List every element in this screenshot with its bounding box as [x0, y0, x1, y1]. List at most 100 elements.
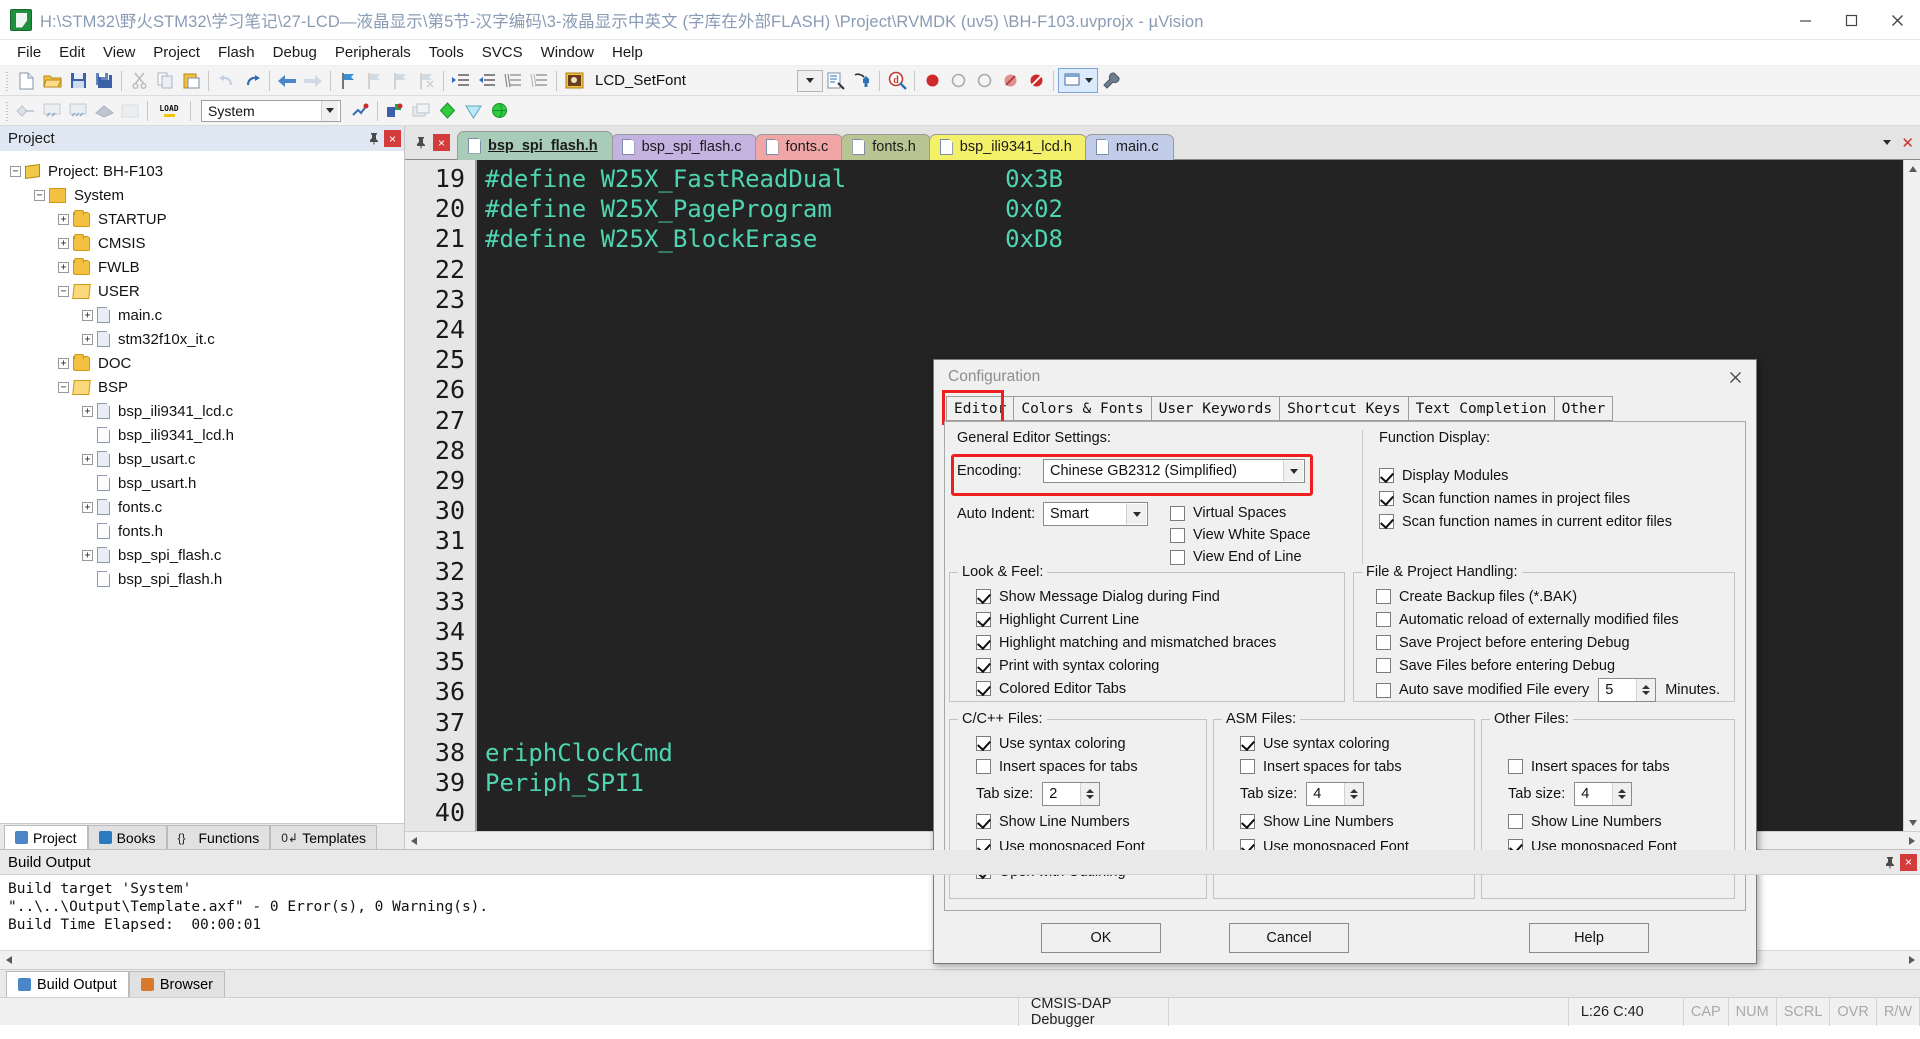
asm-insert-spaces-row[interactable]: Insert spaces for tabs [1240, 755, 1474, 778]
menu-peripherals[interactable]: Peripherals [326, 41, 420, 64]
find-in-files-icon[interactable] [823, 68, 849, 93]
expand-toggle-icon[interactable]: + [58, 357, 69, 369]
expand-toggle-icon[interactable]: + [82, 453, 93, 465]
pane-tab-project[interactable]: Project [4, 825, 88, 849]
asm-use-syntax-coloring-checkbox[interactable] [1240, 736, 1255, 751]
tree-item-user[interactable]: − USER [0, 279, 404, 303]
tree-item-bsp-usart-h[interactable]: bsp_usart.h [0, 471, 404, 495]
close-icon[interactable]: ✕ [1901, 134, 1914, 152]
project-tree[interactable]: − Project: BH-F103− System + STARTUP + CMSIS + F… [0, 151, 404, 823]
expand-toggle-icon[interactable]: + [82, 309, 93, 321]
function-book-icon[interactable] [561, 68, 587, 93]
auto-indent-select[interactable]: Smart [1043, 502, 1148, 526]
colored-editor-tabs-checkbox[interactable] [976, 681, 991, 696]
insert-breakpoint-icon[interactable] [919, 68, 945, 93]
tab-other[interactable]: Other [1553, 396, 1614, 421]
expand-toggle-icon[interactable]: + [58, 213, 69, 225]
editor-tab-fonts-h[interactable]: fonts.h [841, 133, 931, 160]
scroll-right-arrow[interactable] [1903, 832, 1920, 849]
collapse-toggle-icon[interactable]: − [58, 381, 69, 393]
function-combo-dropdown[interactable] [797, 69, 823, 92]
save-icon[interactable] [65, 68, 91, 93]
tab-editor[interactable]: Editor [946, 396, 1015, 421]
editor-tab-bsp-ili9341-lcd-h[interactable]: bsp_ili9341_lcd.h [928, 133, 1087, 160]
menu-flash[interactable]: Flash [209, 41, 264, 64]
load-icon[interactable]: LOAD [152, 98, 186, 123]
minimize-button[interactable] [1782, 0, 1828, 40]
c-tab-size-input[interactable]: 2 [1042, 781, 1101, 806]
asm-insert-spaces-checkbox[interactable] [1240, 759, 1255, 774]
other-tab-size-input[interactable]: 4 [1574, 781, 1633, 806]
auto-reload-checkbox[interactable] [1376, 612, 1391, 627]
scan-editor-files-checkbox[interactable] [1379, 514, 1394, 529]
tree-item-bsp[interactable]: − BSP [0, 375, 404, 399]
spinner-buttons[interactable] [1636, 679, 1656, 701]
scan-project-files-checkbox[interactable] [1379, 491, 1394, 506]
asm-show-line-numbers-row[interactable]: Show Line Numbers [1240, 809, 1474, 834]
indent-icon[interactable] [448, 68, 474, 93]
tree-item-bsp-spi-flash-h[interactable]: bsp_spi_flash.h [0, 567, 404, 591]
scroll-down-arrow[interactable] [1904, 814, 1920, 831]
manage-runtime-icon[interactable] [382, 98, 408, 123]
virtual-spaces-checkbox[interactable] [1170, 505, 1185, 521]
copy-icon[interactable] [152, 68, 178, 93]
tab-user-keywords[interactable]: User Keywords [1150, 396, 1281, 421]
tree-item-fonts-c[interactable]: + fonts.c [0, 495, 404, 519]
uncomment-icon[interactable] [526, 68, 552, 93]
bookmark-prev-icon[interactable] [361, 68, 387, 93]
cancel-button[interactable]: Cancel [1229, 923, 1349, 953]
create-backup-files-checkbox[interactable] [1376, 589, 1391, 604]
highlight-braces-row[interactable]: Highlight matching and mismatched braces [976, 631, 1344, 654]
c-insert-spaces-row[interactable]: Insert spaces for tabs [976, 755, 1206, 778]
paste-icon[interactable] [178, 68, 204, 93]
colored-editor-tabs-row[interactable]: Colored Editor Tabs [976, 677, 1344, 700]
asm-use-syntax-coloring-row[interactable]: Use syntax coloring [1240, 732, 1474, 755]
rebuild-icon[interactable] [65, 98, 91, 123]
translate-icon[interactable] [13, 98, 39, 123]
scan-editor-files-row[interactable]: Scan function names in current editor fi… [1379, 510, 1729, 533]
editor-tab-main-c[interactable]: main.c [1084, 133, 1174, 160]
menu-tools[interactable]: Tools [420, 41, 473, 64]
save-files-before-debug-checkbox[interactable] [1376, 658, 1391, 673]
expand-toggle-icon[interactable]: + [82, 549, 93, 561]
scan-project-files-row[interactable]: Scan function names in project files [1379, 487, 1729, 510]
redo-icon[interactable] [239, 68, 265, 93]
view-white-space-row[interactable]: View White Space [1170, 524, 1310, 546]
virtual-spaces-row[interactable]: Virtual Spaces [1170, 502, 1310, 524]
menu-window[interactable]: Window [532, 41, 603, 64]
toolbar-grip[interactable] [4, 69, 11, 92]
svcs-diamond-icon[interactable] [460, 98, 486, 123]
pane-tab-books[interactable]: Books [87, 825, 167, 849]
spinner-buttons[interactable] [1612, 782, 1632, 805]
customize-tools-icon[interactable] [1098, 68, 1124, 93]
close-icon[interactable]: × [384, 130, 401, 147]
c-use-syntax-coloring-row[interactable]: Use syntax coloring [976, 732, 1206, 755]
other-show-line-numbers-row[interactable]: Show Line Numbers [1508, 809, 1734, 834]
bookmark-next-icon[interactable] [387, 68, 413, 93]
debug-search-icon[interactable]: d [884, 68, 910, 93]
build-icon[interactable] [39, 98, 65, 123]
svcs-green-icon[interactable] [434, 98, 460, 123]
expand-toggle-icon[interactable]: + [82, 333, 93, 345]
expand-toggle-icon[interactable]: + [58, 237, 69, 249]
tree-item-bsp-spi-flash-c[interactable]: + bsp_spi_flash.c [0, 543, 404, 567]
display-modules-checkbox[interactable] [1379, 468, 1394, 483]
auto-save-row[interactable]: Auto save modified File every 5 Minutes. [1376, 677, 1734, 703]
tree-item-cmsis[interactable]: + CMSIS [0, 231, 404, 255]
outdent-icon[interactable] [474, 68, 500, 93]
chevron-down-icon[interactable] [321, 100, 338, 121]
pane-tab-functions[interactable]: {} Functions [166, 825, 271, 849]
collapse-toggle-icon[interactable]: − [58, 285, 69, 297]
tree-item-fonts-h[interactable]: fonts.h [0, 519, 404, 543]
view-white-space-checkbox[interactable] [1170, 527, 1185, 543]
editor-tab-bsp-spi-flash-h[interactable]: bsp_spi_flash.h [457, 130, 613, 160]
forward-icon[interactable] [300, 68, 326, 93]
tree-item-project-bh-f103[interactable]: − Project: BH-F103 [0, 159, 404, 183]
scroll-up-arrow[interactable] [1904, 160, 1920, 177]
print-syntax-coloring-row[interactable]: Print with syntax coloring [976, 654, 1344, 677]
asm-tab-size-input[interactable]: 4 [1306, 781, 1365, 806]
expand-toggle-icon[interactable]: + [82, 501, 93, 513]
auto-reload-row[interactable]: Automatic reload of externally modified … [1376, 608, 1734, 631]
tab-text-completion[interactable]: Text Completion [1407, 396, 1555, 421]
kill-all-breakpoints-icon[interactable] [1023, 68, 1049, 93]
